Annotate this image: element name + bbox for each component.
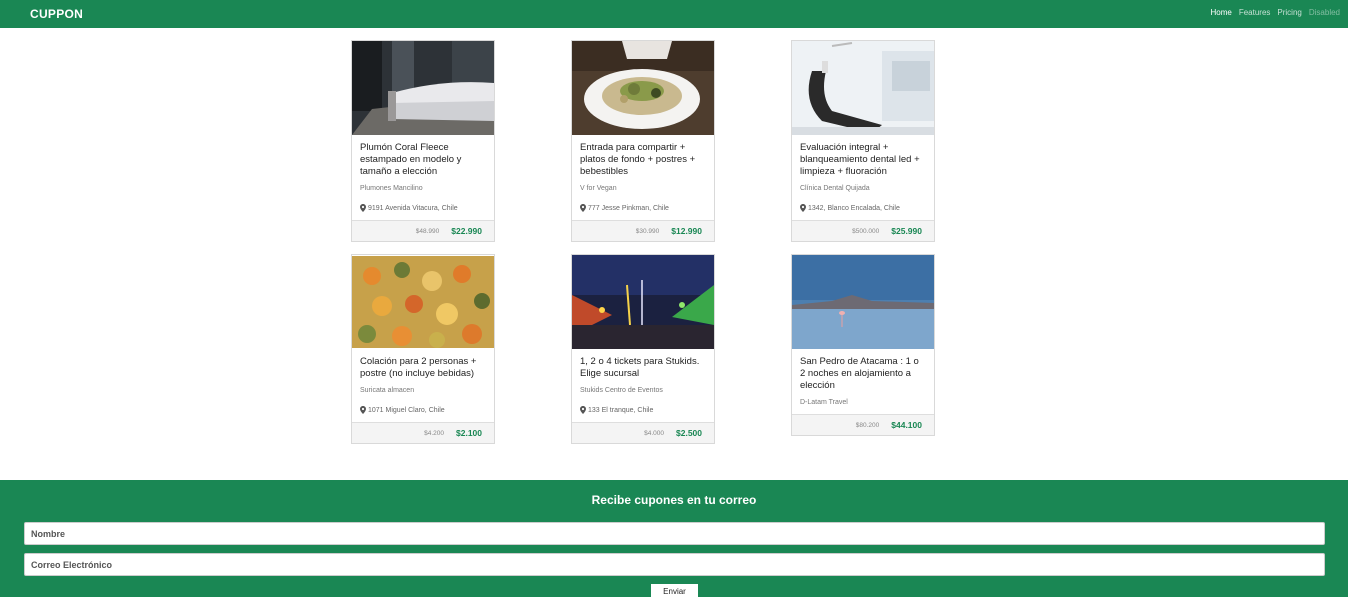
fairground-photo (572, 255, 714, 349)
coupon-card[interactable]: Entrada para compartir + platos de fondo… (571, 40, 715, 242)
card-vendor: V for Vegan (580, 185, 617, 192)
card-price-bar: $48.990 $22.990 (352, 220, 494, 241)
card-vendor: D-Latam Travel (800, 399, 848, 406)
map-pin-icon (580, 406, 586, 414)
new-price: $2.100 (456, 428, 482, 438)
email-input[interactable] (24, 553, 1325, 576)
old-price: $30.990 (635, 227, 660, 235)
coupon-card[interactable]: Colación para 2 personas + postre (no in… (351, 254, 495, 444)
card-address-text: 777 Jesse Pinkman, Chile (588, 204, 669, 212)
card-title[interactable]: Plumón Coral Fleece estampado en modelo … (360, 142, 486, 178)
card-price-bar: $30.990 $12.990 (572, 220, 714, 241)
map-pin-icon (800, 204, 806, 212)
coupon-card[interactable]: Plumón Coral Fleece estampado en modelo … (351, 40, 495, 242)
coupon-card[interactable]: Evaluación integral + blanqueamiento den… (791, 40, 935, 242)
card-address: 777 Jesse Pinkman, Chile (580, 204, 706, 212)
old-price: $80.200 (855, 421, 880, 429)
nav-link-home[interactable]: Home (1210, 8, 1231, 17)
card-vendor: Stukids Centro de Eventos (580, 387, 663, 394)
card-address: 1071 Miguel Claro, Chile (360, 406, 486, 414)
new-price: $22.990 (451, 226, 482, 236)
old-price: $4.200 (424, 429, 444, 437)
nav-links: Home Features Pricing Disabled (1210, 8, 1340, 17)
card-title[interactable]: Entrada para compartir + platos de fondo… (580, 142, 706, 178)
card-address-text: 9191 Avenida Vitacura, Chile (368, 204, 458, 212)
card-price-bar: $80.200 $44.100 (792, 414, 934, 435)
card-vendor: Clínica Dental Quijada (800, 185, 870, 192)
brand-logo[interactable]: CUPPON (30, 7, 83, 21)
map-pin-icon (360, 204, 366, 212)
coupon-card[interactable]: 1, 2 o 4 tickets para Stukids. Elige suc… (571, 254, 715, 444)
map-pin-icon (360, 406, 366, 414)
name-input[interactable] (24, 522, 1325, 545)
newsletter-section: Recibe cupones en tu correo Enviar (0, 480, 1348, 597)
new-price: $25.990 (891, 226, 922, 236)
nav-link-pricing[interactable]: Pricing (1277, 8, 1301, 17)
card-address: 1342, Blanco Encalada, Chile (800, 204, 926, 212)
dental-chair-photo (792, 41, 934, 135)
flamingo-lagoon-photo (792, 255, 934, 349)
card-address-text: 133 El tranque, Chile (588, 406, 654, 414)
card-price-bar: $500.000 $25.990 (792, 220, 934, 241)
nav-link-disabled: Disabled (1308, 8, 1340, 17)
navbar: CUPPON Home Features Pricing Disabled (0, 0, 1348, 28)
old-price: $4.000 (644, 429, 664, 437)
card-title[interactable]: 1, 2 o 4 tickets para Stukids. Elige suc… (580, 356, 706, 380)
card-vendor: Plumones Mancilino (360, 185, 423, 192)
coupon-card[interactable]: San Pedro de Atacama : 1 o 2 noches en a… (791, 254, 935, 436)
card-price-bar: $4.000 $2.500 (572, 422, 714, 443)
card-address: 9191 Avenida Vitacura, Chile (360, 204, 486, 212)
card-address-text: 1342, Blanco Encalada, Chile (808, 204, 900, 212)
card-address: 133 El tranque, Chile (580, 406, 706, 414)
bedroom-photo (352, 41, 494, 135)
card-title[interactable]: Evaluación integral + blanqueamiento den… (800, 142, 926, 178)
card-title[interactable]: San Pedro de Atacama : 1 o 2 noches en a… (800, 356, 926, 392)
card-address-text: 1071 Miguel Claro, Chile (368, 406, 445, 414)
map-pin-icon (580, 204, 586, 212)
nav-link-features[interactable]: Features (1239, 8, 1271, 17)
card-vendor: Suricata almacen (360, 387, 415, 394)
card-title[interactable]: Colación para 2 personas + postre (no in… (360, 356, 486, 380)
newsletter-title: Recibe cupones en tu correo (591, 493, 757, 507)
salad-plate-photo (572, 41, 714, 135)
submit-button[interactable]: Enviar (651, 584, 698, 597)
vegetable-dish-photo (352, 256, 494, 348)
old-price: $500.000 (852, 227, 880, 235)
new-price: $44.100 (891, 420, 922, 430)
new-price: $12.990 (671, 226, 702, 236)
old-price: $48.990 (415, 227, 440, 235)
new-price: $2.500 (676, 428, 702, 438)
card-price-bar: $4.200 $2.100 (352, 422, 494, 443)
